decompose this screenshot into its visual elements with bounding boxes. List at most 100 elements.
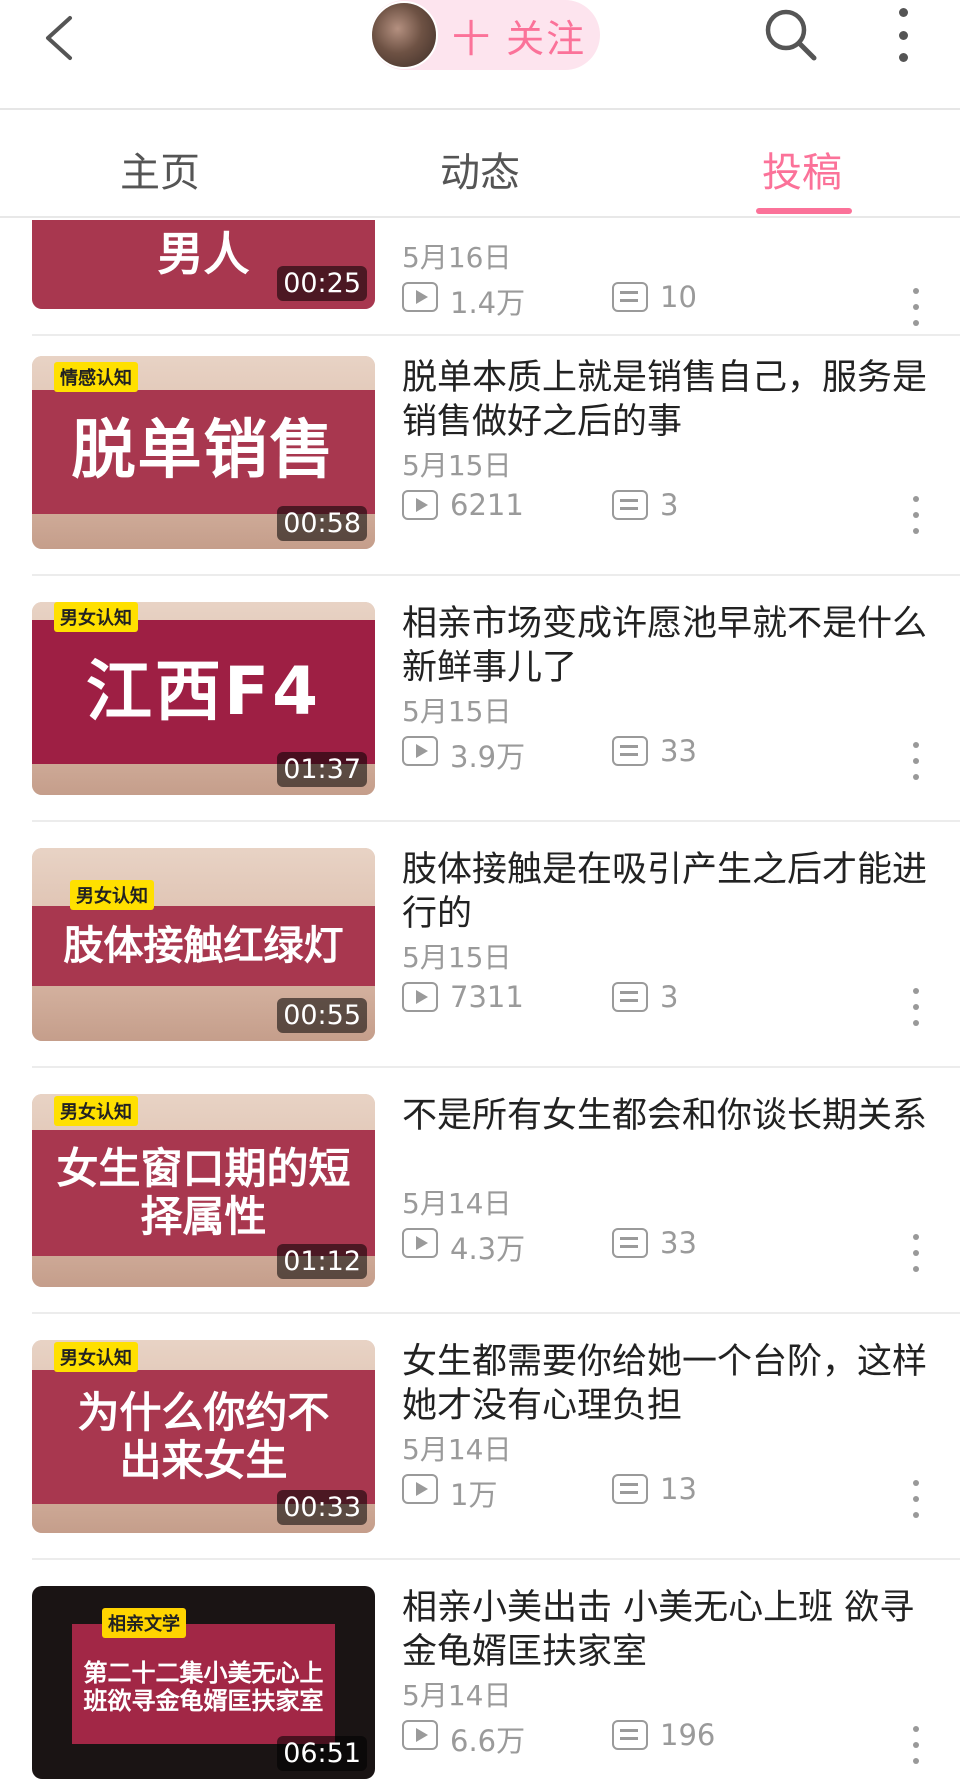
- video-thumbnail[interactable]: 江西F4 男女认知 01:37: [32, 602, 375, 795]
- thumbnail-title: 为什么你约不出来女生: [32, 1370, 375, 1504]
- video-title[interactable]: 相亲市场变成许愿池早就不是什么新鲜事儿了: [402, 602, 932, 690]
- danmaku-icon: [612, 736, 648, 766]
- video-stats: 6.6万 196: [402, 1718, 942, 1758]
- search-icon[interactable]: [762, 6, 820, 64]
- danmaku-icon: [612, 1474, 648, 1504]
- follow-label: 十 关注: [452, 16, 587, 61]
- video-duration: 01:12: [277, 1244, 367, 1279]
- play-count: 6211: [450, 488, 524, 522]
- list-item[interactable]: 为什么你约不出来女生 男女认知 00:33 女生都需要你给她一个台阶，这样她才没…: [0, 1314, 960, 1560]
- follow-button[interactable]: 十 关注: [370, 0, 600, 70]
- play-count-icon: [402, 1720, 438, 1750]
- thumbnail-title: 肢体接触红绿灯: [32, 906, 375, 986]
- video-date: 5月16日: [402, 241, 512, 274]
- video-stats: 1万 13: [402, 1472, 942, 1512]
- thumbnail-tag: 男女认知: [54, 1096, 138, 1126]
- video-title[interactable]: 相亲小美出击 小美无心上班 欲寻金龟婿匡扶家室: [402, 1586, 932, 1674]
- video-thumbnail[interactable]: 肢体接触红绿灯 男女认知 00:55: [32, 848, 375, 1041]
- danmaku-count: 10: [660, 280, 697, 314]
- video-duration: 06:51: [277, 1736, 367, 1771]
- tab-uploads[interactable]: 投稿: [762, 140, 842, 198]
- item-more-icon[interactable]: [910, 742, 922, 780]
- list-item[interactable]: 脱单销售 情感认知 00:58 脱单本质上就是销售自己，服务是销售做好之后的事 …: [0, 330, 960, 576]
- item-more-icon[interactable]: [910, 1726, 922, 1764]
- video-title[interactable]: 女生都需要你给她一个台阶，这样她才没有心理负担: [402, 1340, 932, 1428]
- item-more-icon[interactable]: [910, 1234, 922, 1272]
- danmaku-icon: [612, 1228, 648, 1258]
- danmaku-count: 13: [660, 1472, 697, 1506]
- play-count: 4.3万: [450, 1232, 526, 1266]
- video-duration: 00:58: [277, 506, 367, 541]
- list-item[interactable]: 江西F4 男女认知 01:37 相亲市场变成许愿池早就不是什么新鲜事儿了 5月1…: [0, 576, 960, 822]
- danmaku-count: 3: [660, 488, 679, 522]
- play-count: 1万: [450, 1478, 498, 1512]
- danmaku-count: 3: [660, 980, 679, 1014]
- play-count: 6.6万: [450, 1724, 526, 1758]
- video-stats: 1.4万 10: [402, 280, 942, 320]
- video-date: 5月15日: [402, 695, 512, 728]
- video-date: 5月14日: [402, 1433, 512, 1466]
- video-thumbnail[interactable]: 第二十二集小美无心上班欲寻金龟婿匡扶家室 相亲文学 06:51: [32, 1586, 375, 1779]
- play-count-icon: [402, 1228, 438, 1258]
- video-title[interactable]: 脱单本质上就是销售自己，服务是销售做好之后的事: [402, 356, 932, 444]
- avatar[interactable]: [370, 1, 438, 69]
- play-count-icon: [402, 982, 438, 1012]
- video-date: 5月15日: [402, 941, 512, 974]
- list-item[interactable]: 肢体接触红绿灯 男女认知 00:55 肢体接触是在吸引产生之后才能进行的 5月1…: [0, 822, 960, 1068]
- thumbnail-title: 女生窗口期的短择属性: [32, 1130, 375, 1256]
- video-date: 5月14日: [402, 1679, 512, 1712]
- active-tab-indicator: [756, 208, 852, 214]
- play-count: 1.4万: [450, 286, 526, 320]
- danmaku-icon: [612, 982, 648, 1012]
- thumbnail-tag: 情感认知: [54, 362, 138, 392]
- video-thumbnail[interactable]: 为什么你约不出来女生 男女认知 00:33: [32, 1340, 375, 1533]
- more-dot: [898, 53, 908, 62]
- video-stats: 4.3万 33: [402, 1226, 942, 1266]
- tab-home[interactable]: 主页: [120, 140, 200, 198]
- thumbnail-title: 第二十二集小美无心上班欲寻金龟婿匡扶家室: [72, 1624, 335, 1744]
- play-count-icon: [402, 490, 438, 520]
- video-list: 男人 00:25 5月16日 1.4万 10 脱单销售 情感认知 00:58 脱…: [0, 220, 960, 1787]
- video-date: 5月14日: [402, 1187, 512, 1220]
- video-title[interactable]: 不是所有女生都会和你谈长期关系: [402, 1094, 932, 1138]
- tab-dynamics[interactable]: 动态: [440, 140, 520, 198]
- video-thumbnail[interactable]: 脱单销售 情感认知 00:58: [32, 356, 375, 549]
- top-bar: 十 关注: [0, 0, 960, 110]
- item-more-icon[interactable]: [910, 288, 922, 326]
- danmaku-count: 196: [660, 1718, 716, 1752]
- play-count: 7311: [450, 980, 524, 1014]
- more-options-icon[interactable]: [888, 8, 918, 62]
- item-more-icon[interactable]: [910, 496, 922, 534]
- danmaku-icon: [612, 490, 648, 520]
- list-item[interactable]: 第二十二集小美无心上班欲寻金龟婿匡扶家室 相亲文学 06:51 相亲小美出击 小…: [0, 1560, 960, 1787]
- list-item[interactable]: 男人 00:25 5月16日 1.4万 10: [0, 220, 960, 336]
- video-duration: 01:37: [277, 752, 367, 787]
- item-more-icon[interactable]: [910, 988, 922, 1026]
- video-stats: 3.9万 33: [402, 734, 942, 774]
- video-duration: 00:33: [277, 1490, 367, 1525]
- back-icon[interactable]: [38, 10, 88, 66]
- danmaku-icon: [612, 1720, 648, 1750]
- play-count-icon: [402, 282, 438, 312]
- video-duration: 00:55: [277, 998, 367, 1033]
- danmaku-icon: [612, 282, 648, 312]
- more-dot: [898, 30, 908, 40]
- thumbnail-title: 江西F4: [32, 620, 375, 764]
- thumbnail-tag: 男女认知: [54, 602, 138, 632]
- thumbnail-tag: 男女认知: [70, 880, 154, 910]
- video-duration: 00:25: [277, 266, 367, 301]
- video-thumbnail[interactable]: 男人 00:25: [32, 220, 375, 309]
- video-title[interactable]: 肢体接触是在吸引产生之后才能进行的: [402, 848, 932, 936]
- danmaku-count: 33: [660, 734, 697, 768]
- list-item[interactable]: 女生窗口期的短择属性 男女认知 01:12 不是所有女生都会和你谈长期关系 5月…: [0, 1068, 960, 1314]
- play-count-icon: [402, 1474, 438, 1504]
- video-thumbnail[interactable]: 女生窗口期的短择属性 男女认知 01:12: [32, 1094, 375, 1287]
- item-more-icon[interactable]: [910, 1480, 922, 1518]
- play-count-icon: [402, 736, 438, 766]
- danmaku-count: 33: [660, 1226, 697, 1260]
- video-stats: 7311 3: [402, 980, 942, 1016]
- thumbnail-tag: 男女认知: [54, 1342, 138, 1372]
- more-dot: [898, 8, 908, 17]
- thumbnail-tag: 相亲文学: [102, 1608, 186, 1638]
- thumbnail-title: 脱单销售: [32, 390, 375, 514]
